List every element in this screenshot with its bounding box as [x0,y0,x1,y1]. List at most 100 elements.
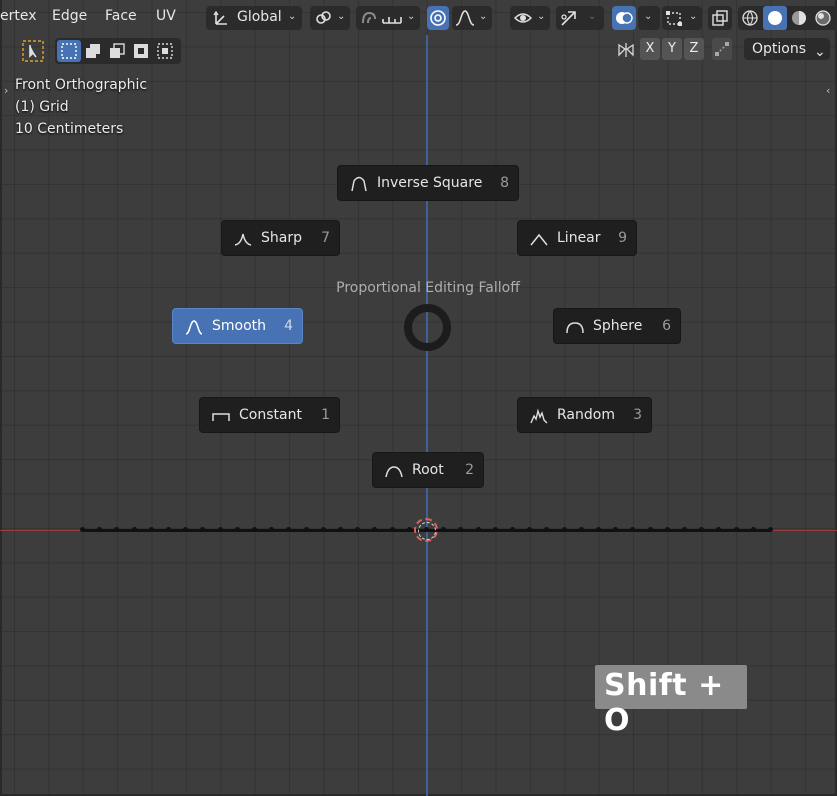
menu-uv[interactable]: UV [156,8,176,24]
select-invert-icon[interactable] [132,42,150,60]
chevron-down-icon: ⌄ [407,11,416,22]
3d-cursor[interactable] [414,518,438,542]
xray-toggle[interactable] [708,6,732,30]
pie-item-sphere[interactable]: Sphere 6 [553,308,681,344]
menu-vertex[interactable]: ertex [0,8,37,24]
sharp-falloff-icon [234,233,252,246]
topology-mirror-toggle[interactable] [712,38,732,60]
pie-item-label: Constant [239,407,302,423]
orientation-axes-icon [213,10,227,25]
visibility-dropdown[interactable]: ⌄ [510,6,550,30]
mesh-vertex[interactable] [578,527,584,532]
mirror-butterfly-icon [618,43,634,57]
mesh-vertex[interactable] [510,527,515,532]
pie-item-hotkey: 1 [321,407,330,423]
mirror-z-toggle[interactable]: Z [684,38,704,60]
smooth-falloff-icon [455,10,475,26]
viewport-header: ertex Edge Face UV Global ⌄ ⌄ ⌄ ⌄ ⌄ ⌄ ⌄ … [0,0,837,35]
menu-face[interactable]: Face [105,8,137,24]
mesh-vertex[interactable] [768,527,773,532]
chevron-down-icon: ⌄ [689,11,698,22]
mesh-vertex[interactable] [303,527,309,532]
orientation-label: Global [237,9,282,25]
material-shading-icon[interactable] [790,9,808,27]
chevron-down-icon: ⌄ [537,11,546,22]
overlays-dropdown[interactable]: ⌄ [638,6,660,30]
pie-item-linear[interactable]: Linear 9 [517,220,637,256]
pie-item-constant[interactable]: Constant 1 [199,397,340,433]
pie-item-random[interactable]: Random 3 [517,397,652,433]
mirror-y-toggle[interactable]: Y [662,38,682,60]
pie-item-root[interactable]: Root 2 [372,452,484,488]
pie-item-label: Linear [557,230,601,246]
proportional-editing-toggle[interactable] [427,6,449,30]
tweak-tool-button[interactable] [18,38,50,64]
mesh-edit-overlays-dropdown[interactable]: ⌄ [662,6,702,30]
menu-edge[interactable]: Edge [52,8,87,24]
select-new-button[interactable] [57,40,81,62]
mesh-vertex[interactable] [131,527,137,532]
grid-scale-text: 10 Centimeters [15,121,124,137]
pie-menu-title: Proportional Editing Falloff [336,280,520,296]
snap-magnet-icon[interactable] [359,9,377,27]
mesh-vertex[interactable] [475,527,481,532]
chevron-down-icon: ⌄ [644,11,653,22]
eye-icon [513,13,533,23]
mesh-vertex[interactable] [596,527,601,532]
mesh-vertex[interactable] [561,527,567,532]
snap-increment-icon[interactable] [381,9,403,27]
pie-item-hotkey: 7 [321,230,330,246]
toolbar-expand-arrow-icon[interactable]: › [4,84,8,97]
mesh-vertex[interactable] [80,527,85,532]
sidebar-expand-arrow-icon[interactable]: ‹ [826,84,830,97]
view-name-text: Front Orthographic [15,77,148,93]
select-intersect-icon[interactable] [156,42,174,60]
keystroke-text: Shift + O [604,668,724,738]
mesh-vertex[interactable] [647,527,653,532]
proportional-falloff-dropdown[interactable]: ⌄ [452,6,492,30]
mesh-vertex[interactable] [733,527,739,532]
mesh-vertex[interactable] [234,527,240,532]
mesh-vertex[interactable] [320,527,326,532]
pie-item-label: Root [412,462,444,478]
pivot-link-icon [316,11,331,24]
pie-item-hotkey: 2 [465,462,474,478]
options-dropdown[interactable]: Options ⌄ [744,38,830,60]
mesh-vertex[interactable] [492,527,498,532]
mesh-vertex[interactable] [252,527,257,532]
inverse-square-icon [351,176,367,192]
mesh-vertex[interactable] [664,527,670,532]
mesh-vertex[interactable] [338,527,343,532]
pie-item-inverse-square[interactable]: Inverse Square 8 [337,165,519,201]
overlays-toggle[interactable] [612,6,636,30]
select-extend-icon[interactable] [84,42,102,60]
pie-item-sharp[interactable]: Sharp 7 [221,220,340,256]
pie-item-smooth[interactable]: Smooth 4 [172,308,303,344]
gizmo-dropdown[interactable]: ⌄ [556,6,604,30]
root-falloff-icon [385,466,403,478]
solid-shading-button[interactable] [763,6,787,30]
pie-item-label: Smooth [212,318,267,334]
mesh-select-icon [666,11,682,26]
mesh-vertex[interactable] [217,527,223,532]
overlays-icon [616,12,633,24]
pie-item-label: Sphere [593,318,643,334]
select-subtract-icon[interactable] [108,42,126,60]
mesh-vertex[interactable] [148,527,154,532]
mesh-vertex[interactable] [750,527,756,532]
rendered-shading-icon[interactable] [814,9,832,27]
collection-text: (1) Grid [15,99,69,115]
mirror-x-toggle[interactable]: X [640,38,660,60]
cursor-select-icon [22,40,44,62]
pivot-point-dropdown[interactable]: ⌄ [310,6,350,30]
y-axis-line [426,35,428,796]
wireframe-shading-icon[interactable] [741,9,759,27]
mesh-vertex[interactable] [166,527,171,532]
pie-item-hotkey: 3 [633,407,642,423]
mesh-vertex[interactable] [389,527,395,532]
chevron-down-icon: ⌄ [479,11,488,22]
mesh-vertex[interactable] [406,527,412,532]
chevron-down-icon: ⌄ [337,11,346,22]
transform-orientation-dropdown[interactable]: Global ⌄ [206,6,302,30]
mesh-vertex[interactable] [682,527,687,532]
